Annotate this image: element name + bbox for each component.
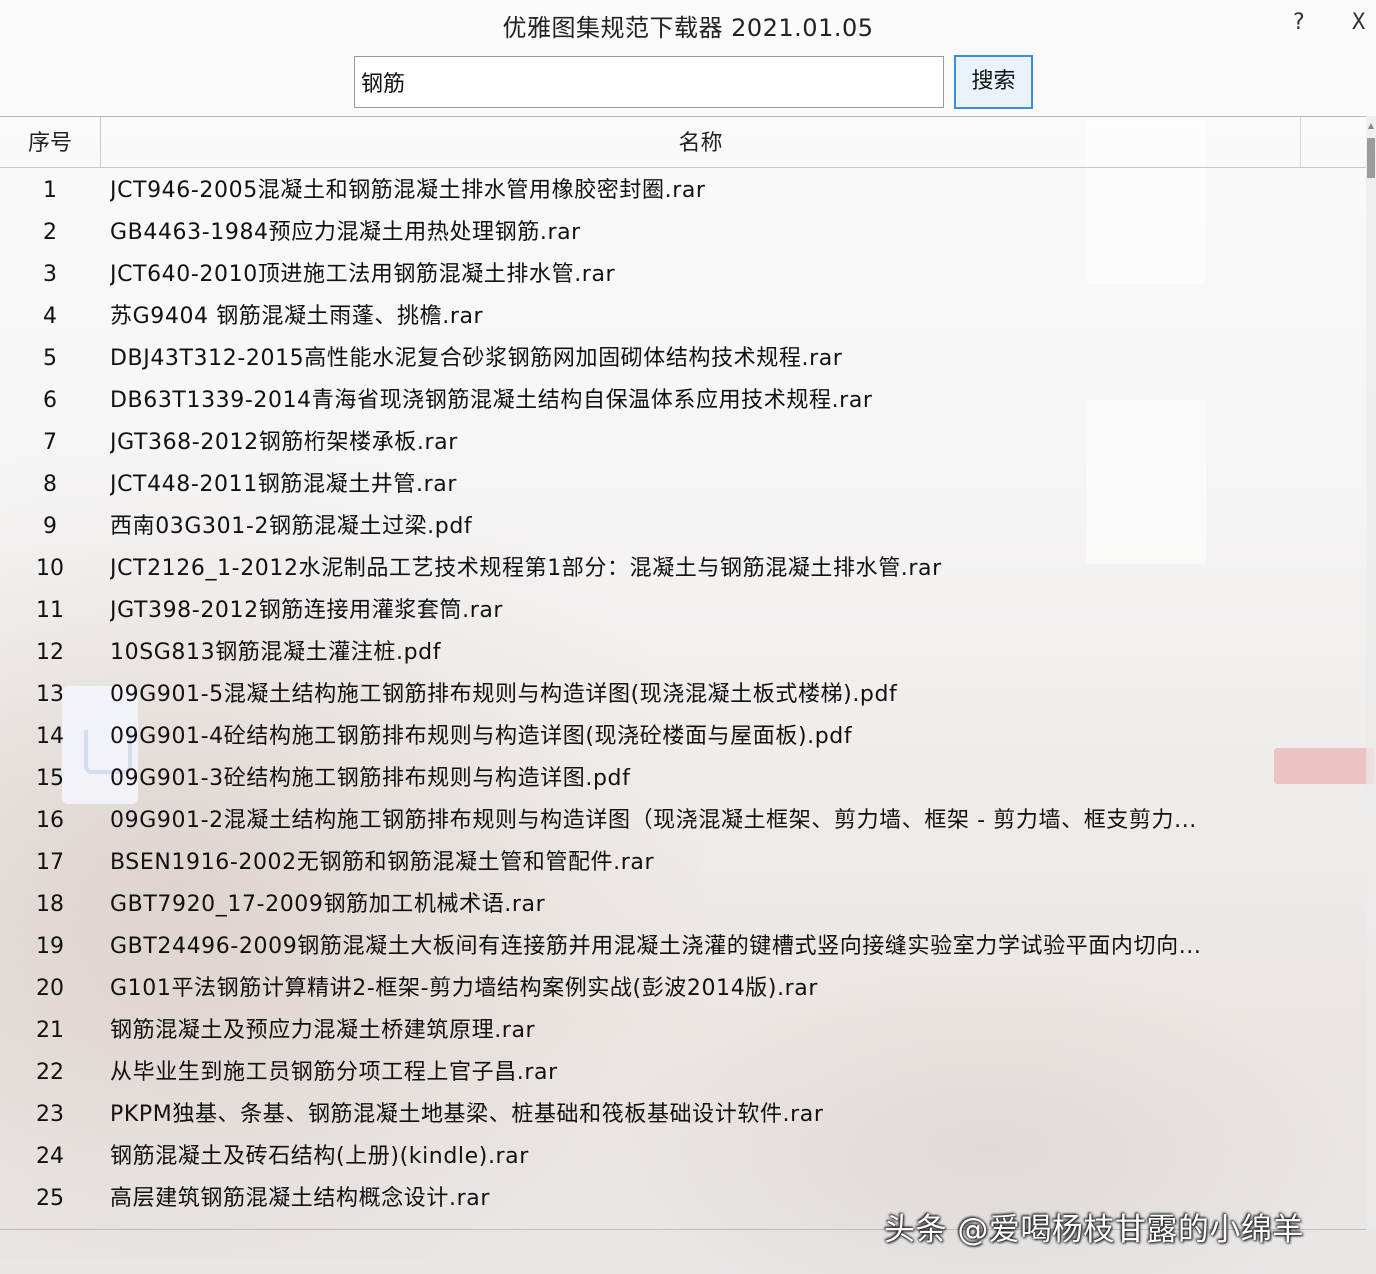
row-file-name[interactable]: DBJ43T312-2015高性能水泥复合砂浆钢筋网加固砌体结构技术规程.rar [110,338,1290,380]
row-number: 18 [36,892,64,917]
row-file-name[interactable]: JCT946-2005混凝土和钢筋混凝土排水管用橡胶密封圈.rar [110,170,1290,212]
table-body: 1 JCT946-2005混凝土和钢筋混凝土排水管用橡胶密封圈.rar 2 GB446… [0,170,1366,1220]
table-row[interactable]: 15 09G901-3砼结构施工钢筋排布规则与构造详图.pdf [0,758,1366,800]
row-number: 3 [43,262,57,287]
row-file-name[interactable]: PKPM独基、条基、钢筋混凝土地基梁、桩基础和筏板基础设计软件.rar [110,1094,1290,1136]
row-file-name[interactable]: GBT7920_17-2009钢筋加工机械术语.rar [110,884,1290,926]
row-number: 23 [36,1102,64,1127]
row-file-name[interactable]: 钢筋混凝土及预应力混凝土桥建筑原理.rar [110,1010,1290,1052]
row-number: 1 [43,178,57,203]
table-row[interactable]: 17 BSEN1916-2002无钢筋和钢筋混凝土管和管配件.rar [0,842,1366,884]
row-number: 2 [43,220,57,245]
row-number: 21 [36,1018,64,1043]
table-row[interactable]: 2 GB4463-1984预应力混凝土用热处理钢筋.rar [0,212,1366,254]
row-number: 5 [43,346,57,371]
table-row[interactable]: 16 09G901-2混凝土结构施工钢筋排布规则与构造详图（现浇混凝土框架、剪力墙… [0,800,1366,842]
table-header: 序号 名称 [0,117,1366,168]
row-number: 7 [43,430,57,455]
row-file-name[interactable]: 09G901-2混凝土结构施工钢筋排布规则与构造详图（现浇混凝土框架、剪力墙、框… [110,800,1290,842]
table-row[interactable]: 18 GBT7920_17-2009钢筋加工机械术语.rar [0,884,1366,926]
row-number: 17 [36,850,64,875]
row-file-name[interactable]: GB4463-1984预应力混凝土用热处理钢筋.rar [110,212,1290,254]
row-file-name[interactable]: 10SG813钢筋混凝土灌注桩.pdf [110,632,1290,674]
row-number: 12 [36,640,64,665]
table-row[interactable]: 12 10SG813钢筋混凝土灌注桩.pdf [0,632,1366,674]
row-number: 6 [43,388,57,413]
search-input[interactable] [354,56,944,108]
row-number: 8 [43,472,57,497]
row-number: 10 [36,556,64,581]
row-number: 14 [36,724,64,749]
row-file-name[interactable]: GBT24496-2009钢筋混凝土大板间有连接筋并用混凝土浇灌的键槽式竖向接缝… [110,926,1290,968]
row-file-name[interactable]: JCT2126_1-2012水泥制品工艺技术规程第1部分：混凝土与钢筋混凝土排水… [110,548,1290,590]
table-row[interactable]: 20 G101平法钢筋计算精讲2-框架-剪力墙结构案例实战(彭波2014版).ra… [0,968,1366,1010]
scrollbar-thumb[interactable] [1367,138,1375,178]
table-row[interactable]: 19 GBT24496-2009钢筋混凝土大板间有连接筋并用混凝土浇灌的键槽式竖向… [0,926,1366,968]
row-file-name[interactable]: BSEN1916-2002无钢筋和钢筋混凝土管和管配件.rar [110,842,1290,884]
row-file-name[interactable]: 09G901-4砼结构施工钢筋排布规则与构造详图(现浇砼楼面与屋面板).pdf [110,716,1290,758]
table-row[interactable]: 10 JCT2126_1-2012水泥制品工艺技术规程第1部分：混凝土与钢筋混凝土… [0,548,1366,590]
table-row[interactable]: 5 DBJ43T312-2015高性能水泥复合砂浆钢筋网加固砌体结构技术规程.ra… [0,338,1366,380]
row-file-name[interactable]: 西南03G301-2钢筋混凝土过梁.pdf [110,506,1290,548]
row-file-name[interactable]: DB63T1339-2014青海省现浇钢筋混凝土结构自保温体系应用技术规程.ra… [110,380,1290,422]
close-button[interactable]: X [1352,10,1365,35]
row-file-name[interactable]: 09G901-5混凝土结构施工钢筋排布规则与构造详图(现浇混凝土板式楼梯).pd… [110,674,1290,716]
table-row[interactable]: 4 苏G9404 钢筋混凝土雨蓬、挑檐.rar [0,296,1366,338]
row-number: 25 [36,1186,64,1211]
table-row[interactable]: 21 钢筋混凝土及预应力混凝土桥建筑原理.rar [0,1010,1366,1052]
scroll-up-arrow-icon[interactable]: ▲ [1366,120,1376,132]
row-number: 19 [36,934,64,959]
row-file-name[interactable]: 苏G9404 钢筋混凝土雨蓬、挑檐.rar [110,296,1290,338]
table-row[interactable]: 13 09G901-5混凝土结构施工钢筋排布规则与构造详图(现浇混凝土板式楼梯).… [0,674,1366,716]
table-row[interactable]: 1 JCT946-2005混凝土和钢筋混凝土排水管用橡胶密封圈.rar [0,170,1366,212]
column-header-number[interactable]: 序号 [0,117,101,167]
title-bar: 优雅图集规范下载器 2021.01.05 ? X [0,0,1376,50]
table-row[interactable]: 9 西南03G301-2钢筋混凝土过梁.pdf [0,506,1366,548]
window-title: 优雅图集规范下载器 2021.01.05 [502,14,874,42]
row-file-name[interactable]: 钢筋混凝土及砖石结构(上册)(kindle).rar [110,1136,1290,1178]
row-file-name[interactable]: JCT448-2011钢筋混凝土井管.rar [110,464,1290,506]
table-row[interactable]: 11 JGT398-2012钢筋连接用灌浆套筒.rar [0,590,1366,632]
results-table: 序号 名称 1 JCT946-2005混凝土和钢筋混凝土排水管用橡胶密封圈.rar… [0,116,1366,1230]
table-row[interactable]: 23 PKPM独基、条基、钢筋混凝土地基梁、桩基础和筏板基础设计软件.rar [0,1094,1366,1136]
row-file-name[interactable]: 09G901-3砼结构施工钢筋排布规则与构造详图.pdf [110,758,1290,800]
table-row[interactable]: 7 JGT368-2012钢筋桁架楼承板.rar [0,422,1366,464]
row-file-name[interactable]: JCT640-2010顶进施工法用钢筋混凝土排水管.rar [110,254,1290,296]
row-number: 22 [36,1060,64,1085]
row-number: 4 [43,304,57,329]
row-number: 13 [36,682,64,707]
table-row[interactable]: 3 JCT640-2010顶进施工法用钢筋混凝土排水管.rar [0,254,1366,296]
table-row[interactable]: 22 从毕业生到施工员钢筋分项工程上官子昌.rar [0,1052,1366,1094]
row-number: 20 [36,976,64,1001]
search-button[interactable]: 搜索 [954,55,1033,109]
row-number: 16 [36,808,64,833]
row-file-name[interactable]: G101平法钢筋计算精讲2-框架-剪力墙结构案例实战(彭波2014版).rar [110,968,1290,1010]
row-number: 15 [36,766,64,791]
row-number: 9 [43,514,57,539]
table-row[interactable]: 8 JCT448-2011钢筋混凝土井管.rar [0,464,1366,506]
row-file-name[interactable]: JGT398-2012钢筋连接用灌浆套筒.rar [110,590,1290,632]
vertical-scrollbar[interactable]: ▲ [1366,116,1376,1228]
row-file-name[interactable]: JGT368-2012钢筋桁架楼承板.rar [110,422,1290,464]
table-row[interactable]: 14 09G901-4砼结构施工钢筋排布规则与构造详图(现浇砼楼面与屋面板).pd… [0,716,1366,758]
table-row[interactable]: 24 钢筋混凝土及砖石结构(上册)(kindle).rar [0,1136,1366,1178]
column-header-name[interactable]: 名称 [101,117,1301,167]
row-number: 11 [36,598,64,623]
watermark: 头条 @爱喝杨枝甘露的小绵羊 [884,1212,1304,1248]
help-button[interactable]: ? [1292,10,1305,35]
table-row[interactable]: 6 DB63T1339-2014青海省现浇钢筋混凝土结构自保温体系应用技术规程.r… [0,380,1366,422]
row-number: 24 [36,1144,64,1169]
row-file-name[interactable]: 从毕业生到施工员钢筋分项工程上官子昌.rar [110,1052,1290,1094]
